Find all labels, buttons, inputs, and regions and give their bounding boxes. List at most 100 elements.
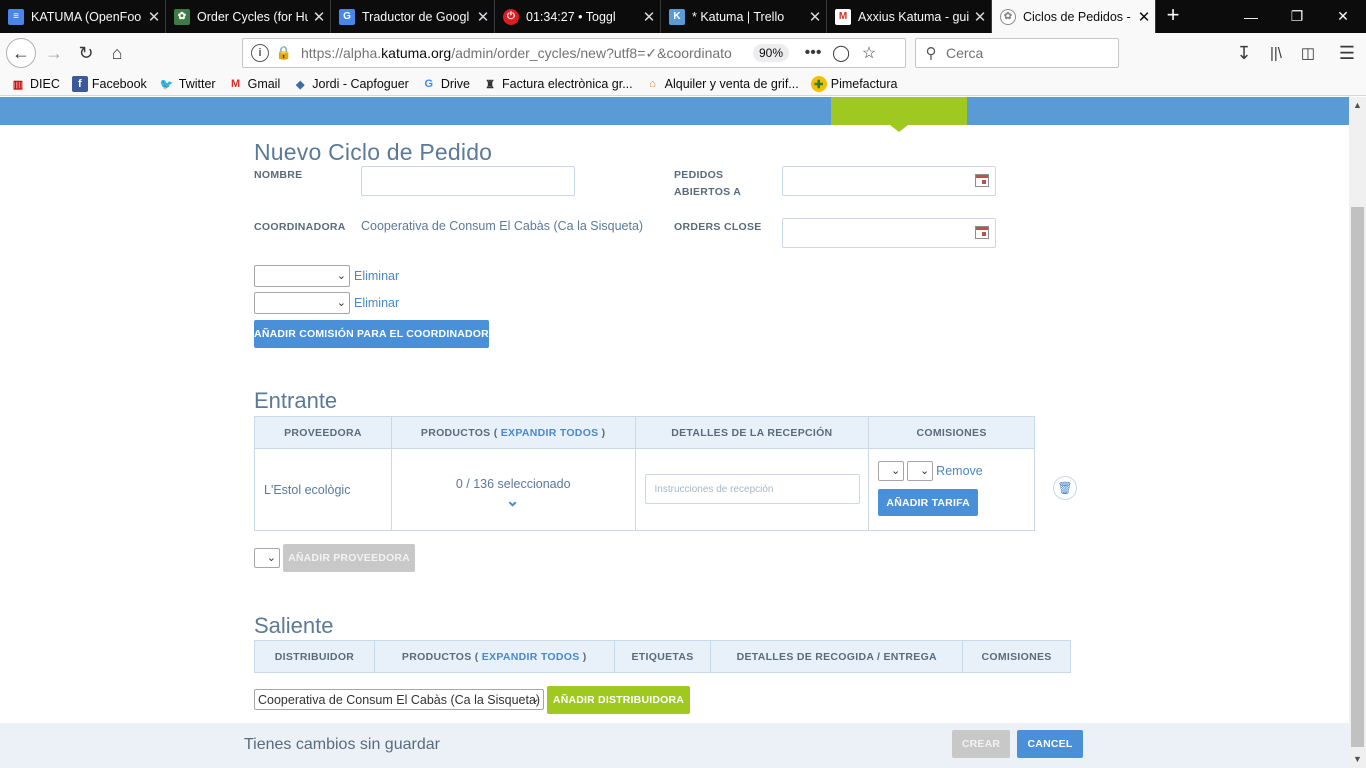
forward-arrow-icon[interactable]: → bbox=[40, 39, 68, 67]
bookmark-facebook[interactable]: f Facebook bbox=[71, 76, 147, 92]
tab-trello[interactable]: K * Katuma | Trello ✕ bbox=[661, 0, 827, 33]
bookmark-twitter[interactable]: 🐦 Twitter bbox=[159, 76, 216, 92]
bookmark-gmail[interactable]: M Gmail bbox=[228, 76, 280, 92]
toggl-icon: ⏻ bbox=[503, 8, 519, 25]
search-input[interactable]: Cerca bbox=[946, 45, 983, 61]
download-icon[interactable]: ↧ bbox=[1230, 39, 1258, 67]
table-header-row: PROVEEDORA PRODUCTOS ( EXPANDIR TODOS ) … bbox=[254, 416, 1035, 449]
bookmark-alquiler[interactable]: ⌂ Alquiler y venta de grif... bbox=[645, 76, 799, 92]
coordinator-fee-select[interactable]: ⌄ bbox=[254, 265, 350, 287]
close-tab-icon[interactable]: ✕ bbox=[1133, 8, 1155, 26]
fees-cell: ⌄ ⌄ Remove AÑADIR TARIFA bbox=[868, 448, 1035, 531]
remove-fee-link[interactable]: Eliminar bbox=[354, 269, 399, 283]
close-tab-icon[interactable]: ✕ bbox=[804, 8, 826, 26]
orders-close-label: ORDERS CLOSE bbox=[674, 221, 762, 233]
tab-google-translate[interactable]: G Traductor de Googl ✕ bbox=[331, 0, 495, 33]
library-icon[interactable]: ||\ bbox=[1262, 39, 1290, 67]
coordinator-value: Cooperativa de Consum El Cabàs (Ca la Si… bbox=[361, 219, 644, 233]
opens-at-input[interactable] bbox=[782, 166, 996, 196]
url-path: /admin/order_cycles/new?utf8=✓&coordinat… bbox=[451, 44, 732, 61]
remove-fee-link[interactable]: Remove bbox=[936, 464, 983, 478]
zoom-level[interactable]: 90% bbox=[753, 44, 790, 62]
tab-title: Axxius Katuma - gui bbox=[858, 9, 969, 24]
chevron-down-icon[interactable]: ⌄ bbox=[506, 491, 519, 511]
bookmark-pimefactura[interactable]: ✚ Pimefactura bbox=[810, 76, 897, 92]
home-icon[interactable]: ⌂ bbox=[103, 39, 131, 67]
close-tab-icon[interactable]: ✕ bbox=[969, 8, 991, 26]
fee-type-select[interactable]: ⌄ bbox=[878, 461, 905, 481]
coordinator-fee-select[interactable]: ⌄ bbox=[254, 292, 350, 314]
diec-icon: ▥ bbox=[12, 78, 24, 91]
more-actions-icon[interactable]: ••• bbox=[799, 44, 827, 62]
chevron-down-icon: ⌄ bbox=[266, 552, 276, 564]
window-close-icon[interactable]: ✕ bbox=[1320, 0, 1366, 33]
products-header-prefix: PRODUCTOS ( bbox=[401, 650, 482, 663]
add-supplier-button[interactable]: AÑADIR PROVEEDORA bbox=[283, 544, 415, 572]
cancel-button[interactable]: CANCEL bbox=[1017, 730, 1083, 758]
close-tab-icon[interactable]: ✕ bbox=[472, 8, 494, 26]
bookmark-drive[interactable]: G Drive bbox=[421, 76, 470, 92]
create-button[interactable]: CREAR bbox=[952, 730, 1010, 758]
bookmark-label: Jordi - Capfoguer bbox=[312, 77, 409, 91]
fee-select[interactable]: ⌄ bbox=[907, 461, 934, 481]
products-header: PRODUCTOS ( EXPANDIR TODOS ) bbox=[390, 416, 636, 449]
trash-icon[interactable]: 🗑 bbox=[1053, 476, 1077, 500]
distributor-select[interactable]: Cooperativa de Consum El Cabàs (Ca la Si… bbox=[254, 689, 544, 710]
tab-ciclos-pedidos[interactable]: ✿ Ciclos de Pedidos - ✕ bbox=[992, 0, 1156, 33]
add-coordinator-fee-button[interactable]: AÑADIR COMISIÓN PARA EL COORDINADOR bbox=[254, 320, 489, 348]
add-fee-button[interactable]: AÑADIR TARIFA bbox=[878, 489, 979, 516]
tab-katuma-doc[interactable]: ≡ KATUMA (OpenFoo ✕ bbox=[0, 0, 166, 33]
minimize-icon[interactable]: — bbox=[1228, 0, 1274, 33]
fees-header: COMISIONES bbox=[868, 416, 1035, 449]
scroll-up-icon[interactable]: ▲ bbox=[1349, 97, 1366, 114]
supplier-select[interactable]: ⌄ bbox=[254, 548, 280, 568]
calendar-icon[interactable] bbox=[975, 174, 989, 187]
sidebar-icon[interactable]: ◫ bbox=[1294, 39, 1322, 67]
products-cell[interactable]: 0 / 136 seleccionado ⌄ bbox=[390, 448, 636, 531]
remove-fee-link[interactable]: Eliminar bbox=[354, 296, 399, 310]
katuma-logo-icon: ✿ bbox=[1000, 8, 1016, 25]
bookmark-diec[interactable]: ▥ DIEC bbox=[10, 76, 60, 92]
search-bar[interactable]: ⚲ Cerca bbox=[915, 38, 1119, 68]
incoming-table: PROVEEDORA PRODUCTOS ( EXPANDIR TODOS ) … bbox=[254, 416, 1035, 531]
bookmark-label: Alquiler y venta de grif... bbox=[664, 77, 799, 91]
back-arrow-icon[interactable]: ← bbox=[6, 38, 36, 68]
expand-all-link[interactable]: EXPANDIR TODOS bbox=[501, 427, 599, 439]
tab-gmail[interactable]: M Axxius Katuma - gui ✕ bbox=[827, 0, 992, 33]
twitter-icon: 🐦 bbox=[159, 78, 174, 91]
info-icon[interactable]: i bbox=[251, 44, 269, 62]
bookmark-factura[interactable]: ♜ Factura electrònica gr... bbox=[482, 76, 633, 92]
receival-instructions-input[interactable]: Instrucciones de recepción bbox=[644, 474, 860, 504]
url-scheme: https://alpha. bbox=[301, 44, 382, 61]
reload-icon[interactable]: ↻ bbox=[72, 39, 100, 67]
admin-nav-active-item[interactable] bbox=[831, 97, 967, 125]
page-scrollbar[interactable]: ▲ ▼ bbox=[1349, 97, 1366, 768]
distributor-select-value: Cooperativa de Consum El Cabàs (Ca la Si… bbox=[258, 693, 541, 707]
tab-toggl[interactable]: ⏻ 01:34:27 • Toggl ✕ bbox=[495, 0, 661, 33]
scroll-down-icon[interactable]: ▼ bbox=[1349, 751, 1366, 768]
bookmark-label: Factura electrònica gr... bbox=[502, 77, 633, 91]
tab-order-cycles[interactable]: ✿ Order Cycles (for Hu ✕ bbox=[166, 0, 331, 33]
name-input[interactable] bbox=[361, 166, 575, 196]
url-text[interactable]: https://alpha.katuma.org/admin/order_cyc… bbox=[301, 45, 733, 62]
close-tab-icon[interactable]: ✕ bbox=[638, 8, 660, 26]
menu-icon[interactable]: ☰ bbox=[1333, 39, 1361, 67]
scrollbar-thumb[interactable] bbox=[1351, 207, 1364, 747]
new-tab-button[interactable]: + bbox=[1160, 3, 1186, 29]
bookmark-star-icon[interactable]: ☆ bbox=[855, 43, 883, 63]
unsaved-changes-bar: Tienes cambios sin guardar CREAR CANCEL bbox=[0, 723, 1349, 768]
add-distributor-button[interactable]: AÑADIR DISTRIBUIDORA bbox=[547, 686, 690, 714]
calendar-icon[interactable] bbox=[975, 226, 989, 239]
url-bar[interactable]: i 🔒 https://alpha.katuma.org/admin/order… bbox=[242, 38, 906, 68]
orders-close-input[interactable] bbox=[782, 218, 996, 248]
opens-label-line2: ABIERTOS A bbox=[674, 186, 742, 198]
unsaved-message: Tienes cambios sin guardar bbox=[244, 736, 440, 753]
close-tab-icon[interactable]: ✕ bbox=[143, 8, 165, 26]
supplier-cell: L'Estol ecològic bbox=[254, 448, 392, 531]
close-tab-icon[interactable]: ✕ bbox=[308, 8, 330, 26]
globe-icon: ✿ bbox=[174, 8, 190, 25]
pocket-icon[interactable]: ◯ bbox=[827, 43, 855, 63]
restore-icon[interactable]: ❐ bbox=[1274, 0, 1320, 33]
expand-all-link[interactable]: EXPANDIR TODOS bbox=[482, 651, 580, 663]
bookmark-capfoguer[interactable]: ◆ Jordi - Capfoguer bbox=[292, 76, 409, 92]
